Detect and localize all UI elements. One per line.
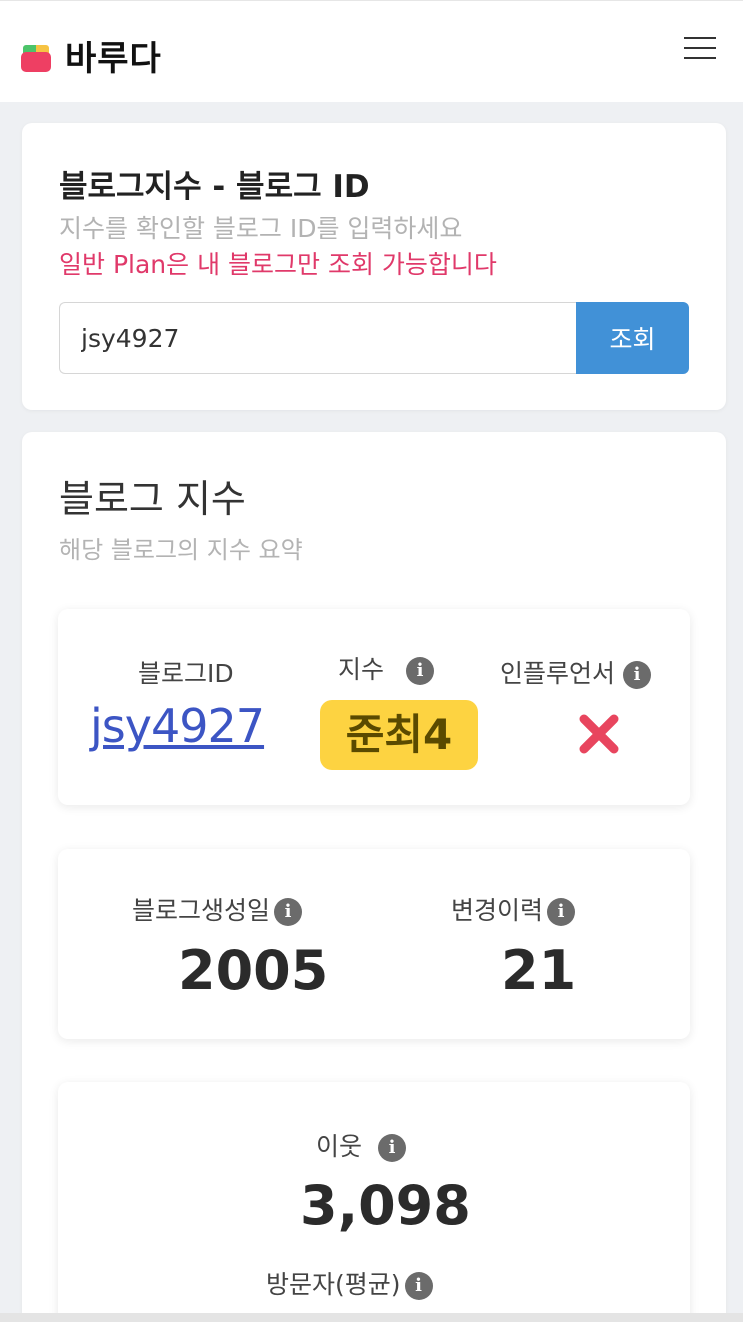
change-history-info-icon[interactable]: i [547, 898, 576, 926]
search-card: 블로그지수 - 블로그 ID 지수를 확인할 블로그 ID를 입력하세요 일반 … [22, 123, 726, 410]
change-count-value: 21 [501, 939, 577, 1002]
app-header: 바루다 [0, 0, 743, 102]
history-panel: 블로그생성일 i 변경이력 i 2005 21 [58, 849, 690, 1039]
influencer-label: 인플루언서 i [500, 654, 652, 690]
neighbors-value: 3,098 [300, 1174, 471, 1237]
x-mark-icon [579, 714, 619, 754]
visitors-label: 방문자(평균) i [266, 1265, 433, 1301]
logo-mark-icon [21, 40, 51, 72]
blog-id-input[interactable] [59, 302, 577, 374]
blog-id-label: 블로그ID [138, 659, 234, 688]
created-date-label: 블로그생성일 i [132, 891, 303, 927]
blog-index-title: 블로그 지수 [59, 477, 246, 521]
influencer-info-icon[interactable]: i [623, 661, 652, 689]
visitors-info-icon[interactable]: i [404, 1272, 433, 1300]
grade-label: 지수 i [338, 650, 435, 686]
plan-warning: 일반 Plan은 내 블로그만 조회 가능합니다 [59, 250, 497, 279]
logo[interactable]: 바루다 [21, 31, 162, 80]
grade-info-icon[interactable]: i [406, 657, 435, 685]
grade-badge: 준최4 [320, 700, 478, 770]
traffic-panel: 이웃 i 3,098 방문자(평균) i [58, 1082, 690, 1322]
search-button[interactable]: 조회 [576, 302, 689, 374]
summary-panel: 블로그ID 지수 i 인플루언서 i jsy4927 준최4 [58, 609, 690, 805]
neighbors-label: 이웃 i [316, 1127, 407, 1163]
logo-text: 바루다 [65, 39, 162, 79]
bottom-bar [0, 1313, 743, 1322]
blog-index-subtitle: 해당 블로그의 지수 요약 [59, 536, 303, 564]
hamburger-icon[interactable] [684, 37, 716, 59]
search-card-title: 블로그지수 - 블로그 ID [59, 169, 370, 205]
neighbors-info-icon[interactable]: i [378, 1134, 407, 1162]
blog-index-card: 블로그 지수 해당 블로그의 지수 요약 블로그ID 지수 i 인플루언서 i js… [22, 432, 726, 1322]
change-history-label: 변경이력 i [451, 891, 576, 927]
created-info-icon[interactable]: i [274, 898, 303, 926]
blog-id-link[interactable]: jsy4927 [90, 699, 265, 753]
search-card-subtitle: 지수를 확인할 블로그 ID를 입력하세요 [59, 214, 463, 243]
created-year-value: 2005 [178, 939, 329, 1002]
